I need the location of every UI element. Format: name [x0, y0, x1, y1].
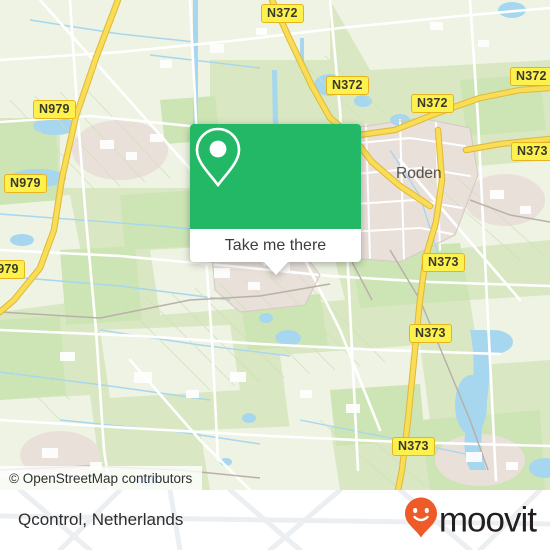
road-shield: N979 — [0, 260, 25, 279]
road-shield: N372 — [411, 94, 454, 113]
road-shield: N372 — [261, 4, 304, 23]
road-shield: N373 — [392, 437, 435, 456]
popup-action-bar[interactable]: Take me there — [190, 229, 361, 262]
moovit-wordmark: moovit — [438, 500, 537, 540]
road-shield: N372 — [510, 67, 550, 86]
road-shield: N373 — [511, 142, 550, 161]
map-canvas[interactable]: Roden N372 N372 N372 N372 N373 N373 N373… — [0, 0, 550, 490]
road-shield: N979 — [4, 174, 47, 193]
moovit-map-screenshot: Roden N372 N372 N372 N372 N373 N373 N373… — [0, 0, 550, 550]
road-shield: N373 — [422, 253, 465, 272]
bottom-info-bar: Qcontrol, Netherlands moovit — [0, 490, 550, 550]
osm-attribution[interactable]: © OpenStreetMap contributors — [0, 466, 203, 490]
place-title: Qcontrol, Netherlands — [18, 510, 184, 529]
popup-pin-area — [190, 124, 361, 229]
location-popup-card[interactable]: Take me there — [190, 124, 361, 275]
popup-pointer-tail — [263, 262, 288, 275]
moovit-logo[interactable]: moovit — [404, 497, 537, 544]
place-label-roden: Roden — [396, 165, 442, 182]
road-shield: N979 — [33, 100, 76, 119]
take-me-there-label: Take me there — [224, 236, 327, 254]
moovit-smiley-pin-icon — [404, 497, 438, 544]
road-shield: N373 — [409, 324, 452, 343]
road-shield: N372 — [326, 76, 369, 95]
osm-attribution-label: © OpenStreetMap contributors — [9, 470, 193, 486]
